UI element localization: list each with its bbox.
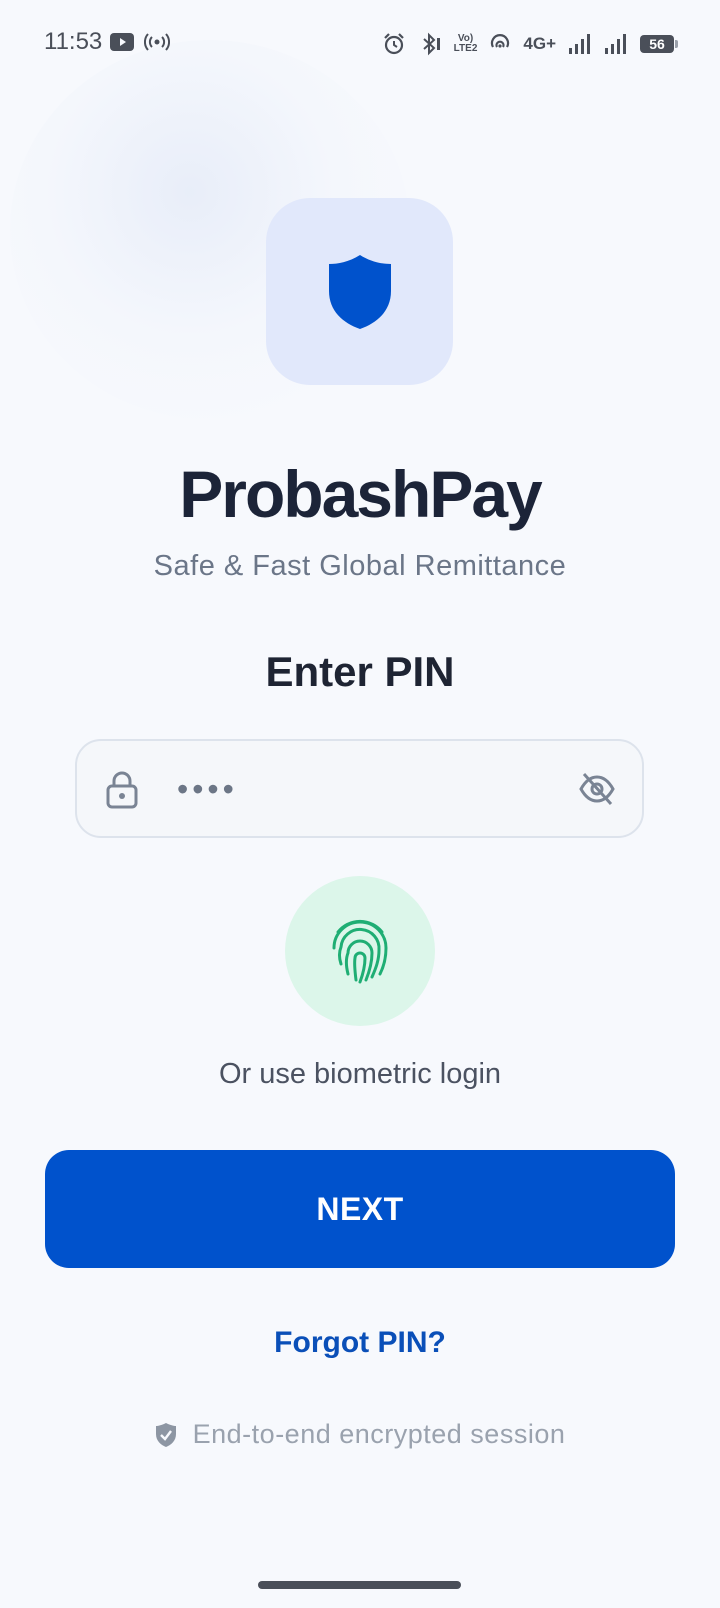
- signal-icon-sim2: [605, 34, 626, 54]
- shield-icon: [328, 254, 391, 329]
- home-indicator[interactable]: [258, 1581, 461, 1589]
- lock-icon: [106, 771, 138, 809]
- status-bar: 11:53 Vo) LTE2 4G+ 56: [0, 0, 720, 88]
- hotspot-icon: [144, 33, 170, 51]
- network-type: 4G+: [523, 34, 556, 53]
- volte-indicator: Vo) LTE2: [453, 33, 478, 54]
- security-footer: End-to-end encrypted session: [0, 1419, 720, 1450]
- forgot-pin-link[interactable]: Forgot PIN?: [0, 1326, 720, 1360]
- login-screen: 11:53 Vo) LTE2 4G+ 56 ProbashPay Safe & …: [0, 0, 720, 1608]
- app-logo: [266, 198, 453, 385]
- pin-input[interactable]: [177, 769, 537, 809]
- signal-icon-sim1: [569, 34, 590, 54]
- app-name: ProbashPay: [179, 457, 543, 531]
- battery-icon: 56: [640, 35, 678, 53]
- biometric-login-button[interactable]: [285, 876, 435, 1026]
- footer-text: End-to-end encrypted session: [192, 1419, 566, 1449]
- pin-field[interactable]: [75, 739, 644, 838]
- pin-title: Enter PIN: [265, 648, 455, 695]
- shield-check-icon: [155, 1422, 176, 1447]
- battery-level: 56: [649, 36, 665, 52]
- youtube-icon: [110, 33, 134, 51]
- next-button[interactable]: NEXT: [45, 1150, 675, 1268]
- wifi-hotspot-icon: [491, 34, 510, 48]
- fingerprint-icon: [332, 919, 388, 984]
- eye-off-icon[interactable]: [578, 771, 616, 807]
- biometric-label: Or use biometric login: [218, 1058, 502, 1090]
- app-tagline: Safe & Fast Global Remittance: [153, 550, 567, 582]
- bluetooth-icon: [423, 32, 440, 56]
- status-time: 11:53: [44, 28, 103, 55]
- alarm-icon: [383, 33, 404, 55]
